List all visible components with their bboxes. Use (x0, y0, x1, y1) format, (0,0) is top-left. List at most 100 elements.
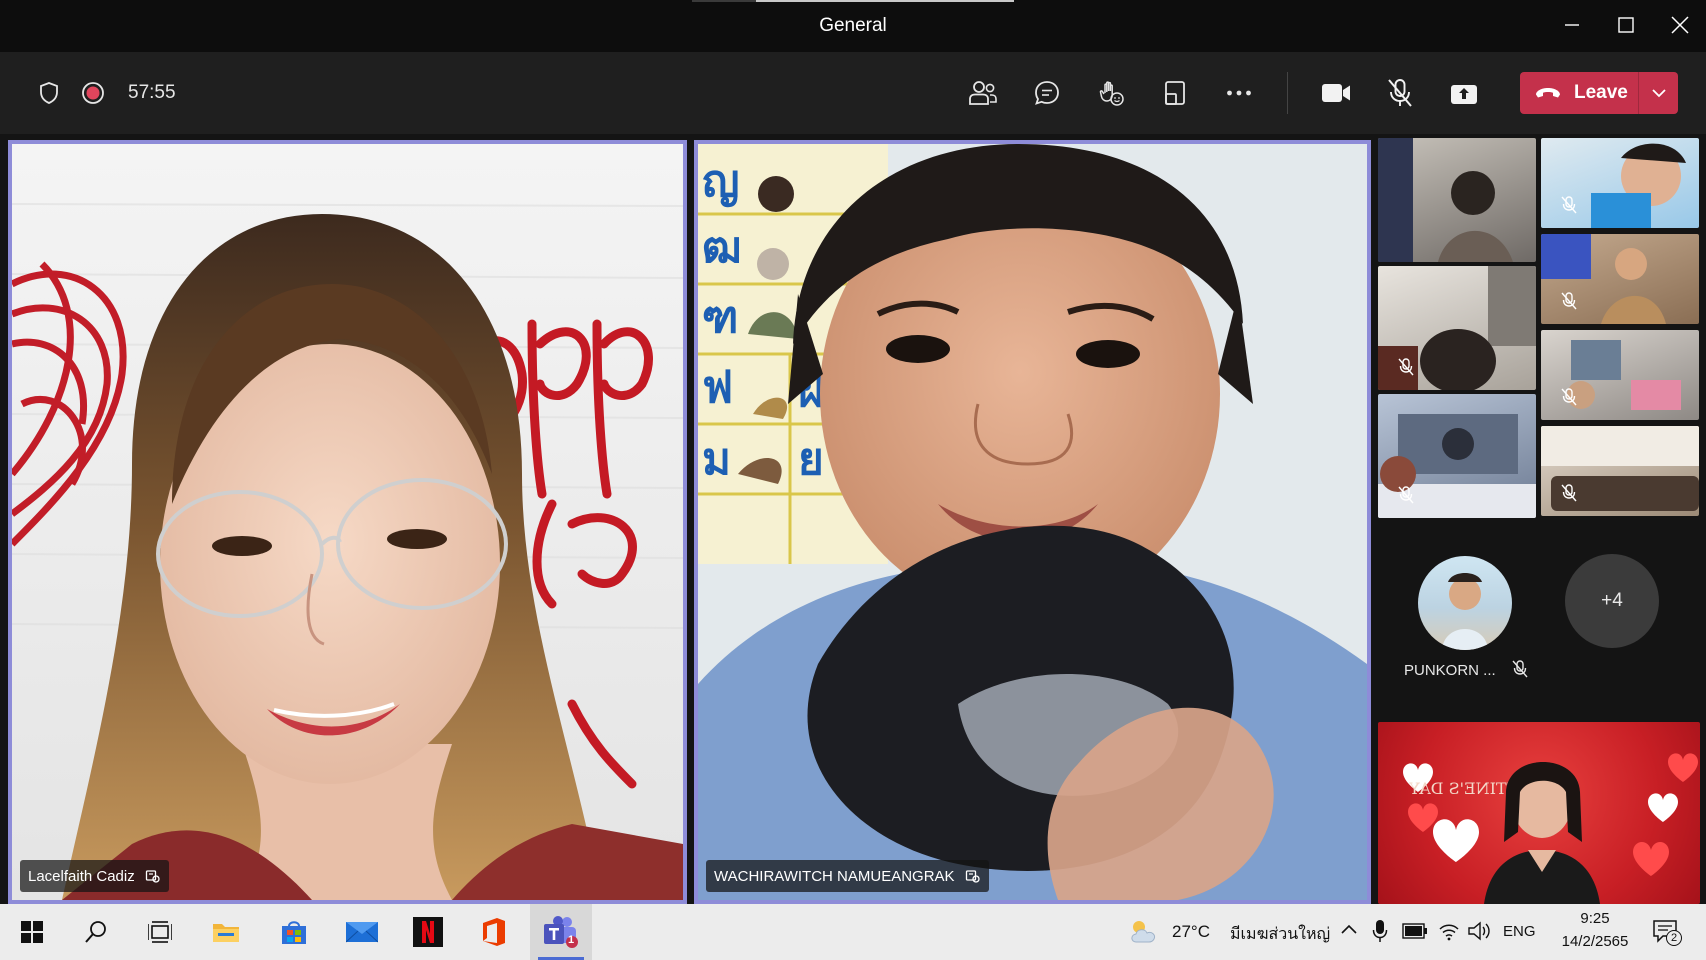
weather-temperature[interactable]: 27°C (1172, 922, 1210, 942)
participants-button[interactable] (965, 75, 1001, 111)
raise-hand-icon (1099, 81, 1124, 106)
loading-progress (692, 0, 1014, 2)
chat-button[interactable] (1029, 75, 1065, 111)
leave-button[interactable]: Leave (1520, 72, 1678, 114)
search-icon (85, 921, 106, 943)
mic-muted-icon (1398, 486, 1414, 504)
chevron-down-icon (1651, 89, 1666, 98)
meeting-info-button[interactable] (31, 75, 67, 111)
hang-up-icon (1536, 88, 1560, 98)
share-content-button[interactable] (1446, 75, 1482, 111)
camera-icon (1322, 84, 1350, 102)
svg-text:ม: ม (702, 434, 731, 485)
pin-icon (145, 870, 160, 883)
participant-video-feed: ญ ฒ ฑ ฟ ฝ ม ย (698, 144, 1367, 900)
close-window-button[interactable] (1660, 10, 1700, 40)
close-icon (1671, 16, 1689, 34)
share-tray-icon (1451, 85, 1477, 104)
svg-text:ฑ: ฑ (702, 292, 739, 343)
task-view-icon (148, 921, 172, 943)
taskbar-office[interactable] (472, 912, 516, 952)
chat-icon (1035, 81, 1059, 105)
mic-muted-icon (1388, 79, 1412, 107)
recording-indicator (75, 75, 111, 111)
battery-icon[interactable] (1402, 923, 1428, 944)
avatar-punkorn[interactable] (1418, 556, 1512, 650)
notification-center-button[interactable]: 2 (1652, 918, 1682, 949)
thumbnail-participant-5[interactable] (1541, 330, 1699, 420)
mic-muted-icon (1561, 484, 1577, 502)
clock-time[interactable]: 9:25 (1562, 910, 1628, 927)
mic-muted-icon (1561, 196, 1577, 214)
taskbar-teams[interactable]: 1 (539, 912, 583, 952)
taskbar-mail[interactable] (340, 912, 384, 952)
video-tile-lacelfaith[interactable]: Lacelfaith Cadiz (8, 140, 687, 904)
clock-date[interactable]: 14/2/2565 (1552, 933, 1638, 950)
window-title: General (819, 15, 887, 36)
store-icon (282, 921, 306, 944)
mail-icon (346, 922, 378, 943)
people-icon (969, 81, 997, 105)
shield-icon (40, 82, 58, 104)
meeting-stage: Lacelfaith Cadiz ญ ฒ ฑ ฟ ฝ ม ย WACHIRAWI… (0, 134, 1706, 904)
meeting-toolbar: 57:55 Leave (0, 52, 1706, 134)
maximize-button[interactable] (1606, 10, 1646, 40)
weather-icon[interactable] (1128, 918, 1158, 949)
minimize-button[interactable] (1552, 10, 1592, 40)
participant-name-tag: Lacelfaith Cadiz (20, 860, 169, 892)
thumbnail-participant-4[interactable] (1378, 266, 1536, 390)
thumbnail-participant-6[interactable] (1378, 394, 1536, 518)
leave-options-dropdown[interactable] (1639, 72, 1678, 114)
self-view-video[interactable]: VALENTINE'S DAY (1378, 722, 1700, 904)
toolbar-divider (1287, 72, 1288, 114)
participant-name: Lacelfaith Cadiz (28, 867, 135, 885)
svg-text:ฒ: ฒ (702, 222, 742, 273)
minimize-icon (1565, 24, 1579, 26)
more-options-icon (1227, 90, 1251, 96)
volume-icon[interactable] (1467, 921, 1491, 946)
weather-description[interactable]: มีเมฆส่วนใหญ่ (1230, 922, 1330, 947)
leave-main[interactable]: Leave (1520, 72, 1638, 114)
office-icon (483, 918, 505, 946)
mic-muted-icon (1398, 358, 1414, 376)
maximize-icon (1618, 17, 1634, 33)
taskbar-search-button[interactable] (74, 912, 118, 952)
view-button[interactable] (1157, 75, 1193, 111)
mic-button[interactable] (1382, 75, 1418, 111)
mic-muted-icon (1561, 388, 1577, 406)
mic-muted-icon (1561, 292, 1577, 310)
task-view-button[interactable] (138, 912, 182, 952)
reactions-button[interactable] (1093, 75, 1129, 111)
svg-text:ญ: ญ (702, 156, 740, 207)
mic-muted-icon (1512, 660, 1528, 683)
more-actions-button[interactable] (1221, 75, 1257, 111)
thumbnail-participant-7[interactable] (1541, 426, 1699, 516)
taskbar-netflix[interactable] (406, 912, 450, 952)
netflix-icon (413, 917, 443, 947)
participant-name-tag: WACHIRAWITCH NAMUEANGRAK (706, 860, 989, 892)
title-bar: General (0, 0, 1706, 52)
start-button[interactable] (10, 912, 54, 952)
svg-text:ฟ: ฟ (702, 362, 733, 413)
svg-text:ย: ย (798, 434, 824, 485)
taskbar-store[interactable] (272, 912, 316, 952)
input-language[interactable]: ENG (1503, 923, 1536, 940)
microphone-tray-icon[interactable] (1372, 919, 1388, 948)
chevron-up-icon[interactable] (1340, 922, 1358, 941)
thumbnail-participant-3[interactable] (1541, 234, 1699, 324)
pin-icon (965, 870, 980, 883)
leave-label: Leave (1574, 82, 1628, 103)
video-tile-wachirawitch[interactable]: ญ ฒ ฑ ฟ ฝ ม ย WACHIRAWITCH NAMUEANGRAK (694, 140, 1371, 904)
meeting-timer: 57:55 (128, 82, 176, 103)
view-layout-icon (1165, 81, 1185, 105)
wifi-icon[interactable] (1438, 921, 1460, 946)
windows-taskbar: 1 27°C มีเมฆส่วนใหญ่ ENG 9:25 14/2/2565 … (0, 904, 1706, 960)
thumbnail-participant-1[interactable] (1378, 138, 1536, 262)
more-participants-button[interactable]: +4 (1565, 554, 1659, 648)
thumbnail-participant-2[interactable] (1541, 138, 1699, 228)
folder-icon (213, 924, 239, 942)
avatar-name: PUNKORN ... (1404, 662, 1496, 679)
taskbar-file-explorer[interactable] (204, 912, 248, 952)
camera-button[interactable] (1318, 75, 1354, 111)
participant-video-feed (12, 144, 683, 900)
